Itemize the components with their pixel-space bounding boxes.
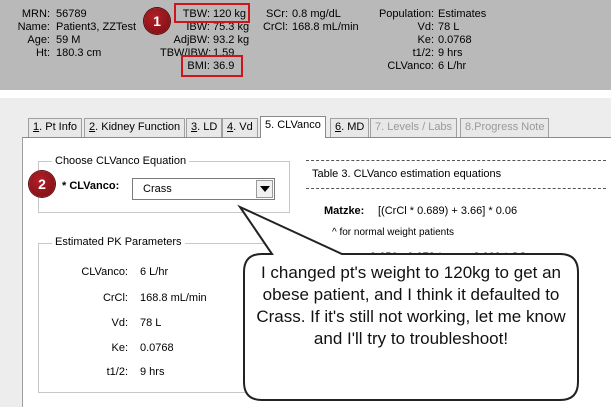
callout-text: I changed pt's weight to 120kg to get an…	[256, 263, 566, 348]
tab-clvanco-label: 5. CLVanco	[265, 119, 321, 131]
tab-clvanco[interactable]: 5. CLVanco	[260, 116, 326, 138]
